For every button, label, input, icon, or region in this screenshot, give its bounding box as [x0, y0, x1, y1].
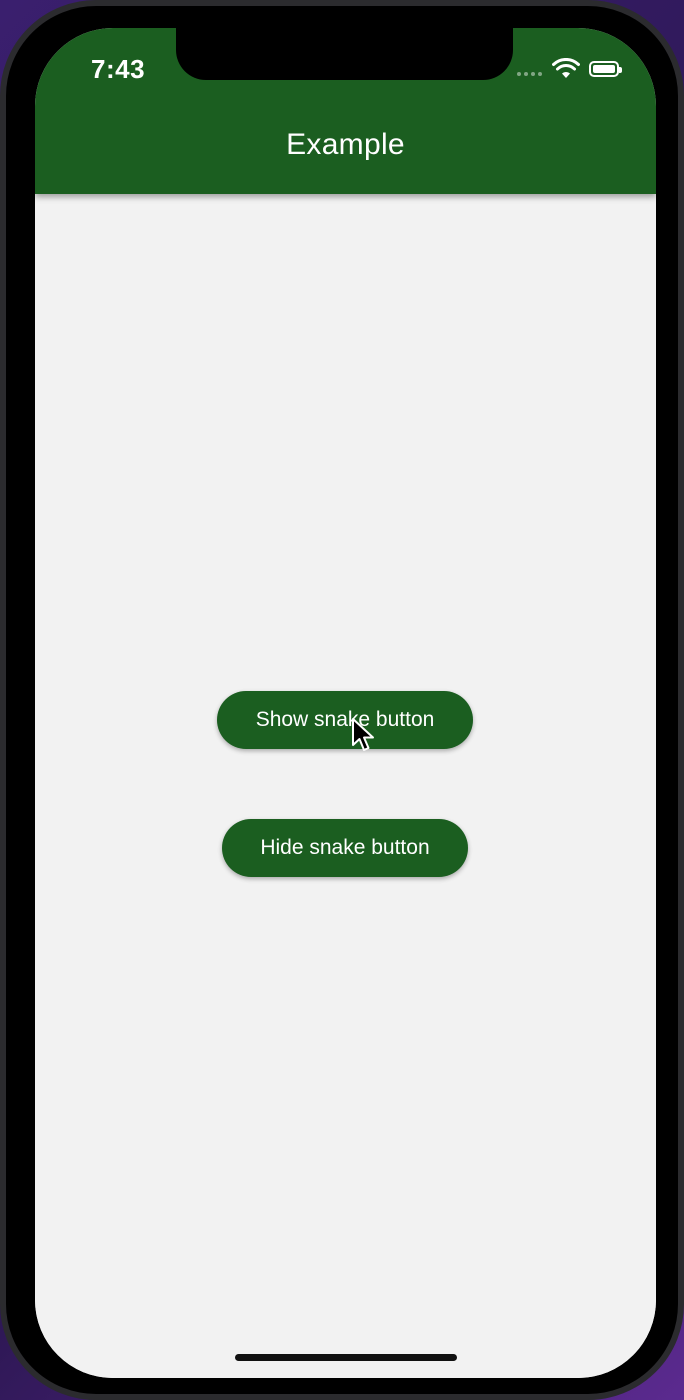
- device-notch: [176, 28, 513, 80]
- main-content: Show snake button Hide snake button: [35, 194, 656, 1378]
- battery-icon: [589, 61, 622, 77]
- status-time: 7:43: [91, 54, 146, 84]
- hide-snake-button[interactable]: Hide snake button: [222, 819, 468, 877]
- page-title: Example: [286, 128, 405, 161]
- show-snake-button[interactable]: Show snake button: [217, 691, 473, 749]
- device-screen: 7:43 Example Show snake button Hide snak…: [35, 28, 656, 1378]
- home-indicator[interactable]: [235, 1354, 457, 1361]
- cellular-signal-icon: [517, 72, 542, 76]
- wifi-icon: [552, 58, 580, 78]
- mouse-cursor-icon: [352, 718, 374, 751]
